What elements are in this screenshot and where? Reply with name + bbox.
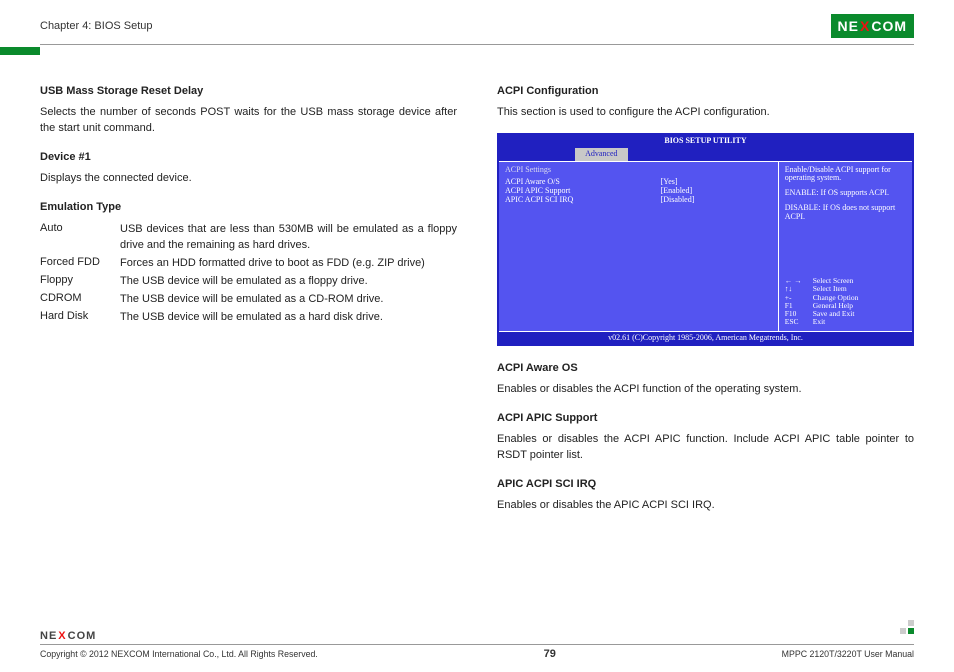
- heading-acpi-apic-support: ACPI APIC Support: [497, 412, 914, 424]
- content-columns: USB Mass Storage Reset Delay Selects the…: [40, 85, 914, 514]
- accent-bar: [0, 47, 40, 55]
- text-acpi-config: This section is used to configure the AC…: [497, 105, 914, 121]
- bios-row-key: APIC ACPI SCI IRQ: [505, 196, 661, 205]
- bios-title: BIOS SETUP UTILITY: [499, 135, 912, 148]
- page-footer: NEXCOM Copyright © 2012 NEXCOM Internati…: [40, 630, 914, 660]
- page-number: 79: [544, 648, 556, 660]
- left-column: USB Mass Storage Reset Delay Selects the…: [40, 85, 457, 514]
- bios-help-line: ENABLE: If OS supports ACPI.: [785, 189, 906, 198]
- footer-line: Copyright © 2012 NEXCOM International Co…: [40, 644, 914, 660]
- emu-val: The USB device will be emulated as a CD-…: [120, 291, 457, 309]
- logo-x: X: [57, 630, 67, 642]
- bios-right-pane: Enable/Disable ACPI support for operatin…: [779, 162, 912, 331]
- bios-help-line: Enable/Disable ACPI support for operatin…: [785, 166, 906, 184]
- bios-footer: v02.61 (C)Copyright 1985-2006, American …: [499, 331, 912, 345]
- emu-val: The USB device will be emulated as a har…: [120, 309, 457, 327]
- text-acpi-aware-os: Enables or disables the ACPI function of…: [497, 382, 914, 398]
- copyright-text: Copyright © 2012 NEXCOM International Co…: [40, 649, 318, 659]
- emu-val: USB devices that are less than 530MB wil…: [120, 221, 457, 255]
- bios-key: ESC: [785, 318, 813, 326]
- heading-emulation-type: Emulation Type: [40, 201, 457, 213]
- bios-tab-bar: Advanced: [499, 148, 912, 161]
- manual-name: MPPC 2120T/3220T User Manual: [782, 649, 914, 659]
- bios-key-row: F10Save and Exit: [785, 310, 906, 318]
- footer-decoration: [896, 622, 914, 634]
- bios-section-label: ACPI Settings: [505, 166, 772, 175]
- chapter-label: Chapter 4: BIOS Setup: [40, 20, 153, 32]
- table-row: Forced FDDForces an HDD formatted drive …: [40, 255, 457, 273]
- bios-key-row: ESCExit: [785, 318, 906, 326]
- heading-acpi-aware-os: ACPI Aware OS: [497, 362, 914, 374]
- emu-val: Forces an HDD formatted drive to boot as…: [120, 255, 457, 273]
- emu-key: Forced FDD: [40, 255, 120, 273]
- nexcom-logo: NEXCOM: [831, 14, 914, 38]
- footer-logo: NEXCOM: [40, 630, 96, 642]
- logo-post: COM: [68, 630, 97, 642]
- emulation-type-table: AutoUSB devices that are less than 530MB…: [40, 221, 457, 327]
- bios-help-text: Enable/Disable ACPI support for operatin…: [785, 166, 906, 222]
- heading-acpi-config: ACPI Configuration: [497, 85, 914, 97]
- table-row: CDROMThe USB device will be emulated as …: [40, 291, 457, 309]
- emu-key: Floppy: [40, 273, 120, 291]
- emu-val: The USB device will be emulated as a flo…: [120, 273, 457, 291]
- emu-key: Hard Disk: [40, 309, 120, 327]
- logo-pre: NE: [40, 630, 57, 642]
- bios-tab-spacer: [628, 148, 908, 161]
- logo-x: X: [859, 18, 871, 34]
- bios-screenshot: BIOS SETUP UTILITY Advanced ACPI Setting…: [497, 133, 914, 346]
- heading-usb-reset-delay: USB Mass Storage Reset Delay: [40, 85, 457, 97]
- page-header: Chapter 4: BIOS Setup NEXCOM: [40, 14, 914, 45]
- bios-key-label: Exit: [813, 318, 826, 326]
- bios-help-line: DISABLE: If OS does not support ACPI.: [785, 204, 906, 222]
- bios-row: APIC ACPI SCI IRQ[Disabled]: [505, 196, 772, 205]
- logo-pre: NE: [838, 18, 859, 34]
- bios-key-hints: ← →Select Screen ↑↓Select Item +-Change …: [785, 277, 906, 327]
- emu-key: Auto: [40, 221, 120, 255]
- text-device-1: Displays the connected device.: [40, 171, 457, 187]
- heading-apic-acpi-sci-irq: APIC ACPI SCI IRQ: [497, 478, 914, 490]
- bios-left-pane: ACPI Settings ACPI Aware O/S[Yes] ACPI A…: [499, 162, 779, 331]
- bios-tab-spacer: [503, 148, 575, 161]
- table-row: FloppyThe USB device will be emulated as…: [40, 273, 457, 291]
- heading-device-1: Device #1: [40, 151, 457, 163]
- logo-post: COM: [871, 18, 907, 34]
- right-column: ACPI Configuration This section is used …: [497, 85, 914, 514]
- text-apic-acpi-sci-irq: Enables or disables the APIC ACPI SCI IR…: [497, 498, 914, 514]
- bios-tab-advanced: Advanced: [575, 148, 627, 161]
- bios-row-val: [Disabled]: [661, 196, 772, 205]
- text-usb-reset-delay: Selects the number of seconds POST waits…: [40, 105, 457, 137]
- table-row: AutoUSB devices that are less than 530MB…: [40, 221, 457, 255]
- bios-body: ACPI Settings ACPI Aware O/S[Yes] ACPI A…: [499, 161, 912, 331]
- emu-key: CDROM: [40, 291, 120, 309]
- table-row: Hard DiskThe USB device will be emulated…: [40, 309, 457, 327]
- text-acpi-apic-support: Enables or disables the ACPI APIC functi…: [497, 432, 914, 464]
